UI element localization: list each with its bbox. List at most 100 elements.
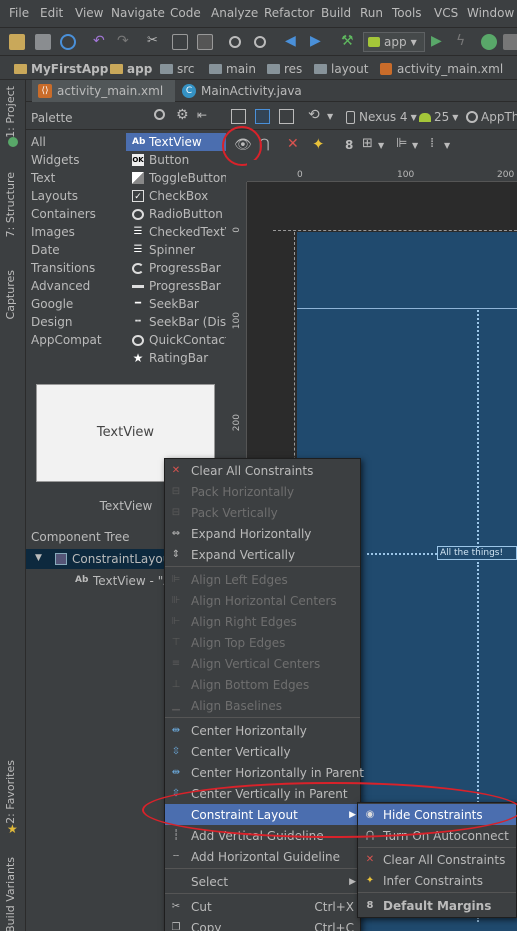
back-icon[interactable]: ◀ bbox=[285, 34, 301, 50]
tab-activity-main[interactable]: ⟨⟩ activity_main.xml bbox=[32, 80, 175, 102]
menu-center-horizontally-in-parent[interactable]: ⇹ Center Horizontally in Parent bbox=[165, 762, 364, 783]
menu-align-horizontal-centers[interactable]: ⊪ Align Horizontal Centers bbox=[165, 590, 360, 611]
category-widgets[interactable]: Widgets bbox=[31, 153, 80, 167]
category-google[interactable]: Google bbox=[31, 297, 73, 311]
menu-navigate[interactable]: Navigate bbox=[111, 6, 165, 20]
category-transitions[interactable]: Transitions bbox=[31, 261, 95, 275]
menu-add-horizontal-guideline[interactable]: ┄ Add Horizontal Guideline bbox=[165, 846, 360, 867]
copy-icon[interactable] bbox=[172, 34, 188, 50]
menu-align-right-edges[interactable]: ⊩ Align Right Edges bbox=[165, 611, 360, 632]
menu-align-baselines[interactable]: ▁ Align Baselines bbox=[165, 695, 360, 716]
widget-togglebutton[interactable]: ToggleButton bbox=[126, 169, 226, 187]
breadcrumb-app[interactable]: app bbox=[110, 60, 152, 77]
menu-align-left-edges[interactable]: ⊫ Align Left Edges bbox=[165, 569, 360, 590]
menu-vcs[interactable]: VCS bbox=[434, 6, 458, 20]
find-icon[interactable] bbox=[229, 36, 241, 48]
menu-tools[interactable]: Tools bbox=[392, 6, 422, 20]
expand-arrow-icon[interactable]: ▼ bbox=[35, 553, 42, 563]
replace-icon[interactable] bbox=[254, 36, 266, 48]
menu-select[interactable]: Select ▶ bbox=[165, 871, 360, 892]
menu-expand-vertically[interactable]: ⇕ Expand Vertically bbox=[165, 544, 360, 565]
textview-widget[interactable]: All the things! bbox=[437, 546, 517, 560]
attach-debugger-icon[interactable] bbox=[503, 34, 517, 50]
menu-run[interactable]: Run bbox=[360, 6, 383, 20]
apply-changes-icon[interactable]: ϟ bbox=[456, 34, 472, 50]
breadcrumb-src[interactable]: src bbox=[160, 60, 195, 77]
menu-view[interactable]: View bbox=[75, 6, 103, 20]
widget-seekbar[interactable]: ━ SeekBar bbox=[126, 295, 226, 313]
category-containers[interactable]: Containers bbox=[31, 207, 96, 221]
device-select[interactable]: Nexus 4 ▼ bbox=[346, 107, 417, 127]
infer-constraints-icon[interactable]: ✦ bbox=[312, 135, 325, 153]
both-view-icon[interactable] bbox=[279, 109, 294, 124]
sync-icon[interactable] bbox=[60, 34, 76, 50]
redo-icon[interactable]: ↷ bbox=[117, 34, 133, 50]
blueprint-view-icon[interactable] bbox=[255, 109, 270, 124]
menu-analyze[interactable]: Analyze bbox=[211, 6, 258, 20]
widget-radiobutton[interactable]: RadioButton bbox=[126, 205, 226, 223]
widget-progressbar-horizontal[interactable]: ProgressBar bbox=[126, 277, 226, 295]
menu-clear-all-constraints[interactable]: ✕ Clear All Constraints bbox=[358, 849, 516, 870]
menu-file[interactable]: File bbox=[9, 6, 29, 20]
widget-textview[interactable]: Ab TextView bbox=[126, 133, 226, 151]
open-folder-icon[interactable] bbox=[9, 34, 25, 50]
gear-icon[interactable]: ⚙ bbox=[176, 107, 189, 123]
search-icon[interactable] bbox=[154, 109, 165, 120]
menu-align-vertical-centers[interactable]: ≡ Align Vertical Centers bbox=[165, 653, 360, 674]
widget-checkbox[interactable]: ✓ CheckBox bbox=[126, 187, 226, 205]
widget-seekbar-discrete[interactable]: ┅ SeekBar (Discrete) bbox=[126, 313, 226, 331]
undo-icon[interactable]: ↶ bbox=[93, 34, 109, 50]
menu-center-vertically[interactable]: ⇳ Center Vertically bbox=[165, 741, 360, 762]
favorites-tool-tab[interactable]: 2: Favorites bbox=[4, 760, 17, 824]
menu-expand-horizontally[interactable]: ⇔ Expand Horizontally bbox=[165, 523, 360, 544]
category-all[interactable]: All bbox=[31, 135, 46, 149]
widget-button[interactable]: OK Button bbox=[126, 151, 226, 169]
menu-copy[interactable]: ❐ Copy Ctrl+C bbox=[165, 917, 360, 931]
menu-align-bottom-edges[interactable]: ⊥ Align Bottom Edges bbox=[165, 674, 360, 695]
menu-clear-all-constraints[interactable]: ✕ Clear All Constraints bbox=[165, 460, 360, 481]
menu-align-top-edges[interactable]: ⊤ Align Top Edges bbox=[165, 632, 360, 653]
menu-edit[interactable]: Edit bbox=[40, 6, 63, 20]
category-text[interactable]: Text bbox=[31, 171, 55, 185]
paste-icon[interactable] bbox=[197, 34, 213, 50]
category-advanced[interactable]: Advanced bbox=[31, 279, 90, 293]
guideline-icon[interactable]: ⁞ bbox=[430, 136, 434, 151]
default-margin-select[interactable]: 8 bbox=[345, 138, 353, 152]
menu-infer-constraints[interactable]: ✦ Infer Constraints bbox=[358, 870, 516, 891]
pack-icon[interactable]: ⊞ bbox=[362, 136, 373, 151]
breadcrumb-project[interactable]: MyFirstApp bbox=[14, 60, 108, 77]
theme-select[interactable]: AppThe bbox=[466, 107, 517, 127]
orientation-icon[interactable]: ⟲ bbox=[308, 107, 320, 123]
make-project-icon[interactable]: ⚒ bbox=[341, 34, 357, 50]
menu-cut[interactable]: ✂ Cut Ctrl+X bbox=[165, 896, 360, 917]
tab-main-activity[interactable]: C MainActivity.java bbox=[176, 80, 326, 102]
hide-panel-icon[interactable]: ⇤ bbox=[197, 108, 207, 122]
debug-icon[interactable] bbox=[481, 34, 497, 50]
captures-tool-tab[interactable]: Captures bbox=[4, 270, 17, 319]
run-config-select[interactable]: app ▼ bbox=[363, 32, 425, 52]
menu-pack-vertically[interactable]: ⊟ Pack Vertically bbox=[165, 502, 360, 523]
widget-progressbar-circular[interactable]: ProgressBar bbox=[126, 259, 226, 277]
category-date[interactable]: Date bbox=[31, 243, 60, 257]
category-appcompat[interactable]: AppCompat bbox=[31, 333, 102, 347]
api-select[interactable]: 25 ▼ bbox=[419, 107, 458, 127]
structure-tool-tab[interactable]: 7: Structure bbox=[4, 172, 17, 237]
menu-refactor[interactable]: Refactor bbox=[264, 6, 314, 20]
cut-icon[interactable]: ✂ bbox=[147, 34, 163, 50]
project-tool-tab[interactable]: 1: Project bbox=[4, 86, 17, 138]
breadcrumb-file[interactable]: activity_main.xml bbox=[380, 60, 503, 77]
widget-quickcontactbadge[interactable]: QuickContactBadge bbox=[126, 331, 226, 349]
category-layouts[interactable]: Layouts bbox=[31, 189, 78, 203]
align-icon[interactable]: ⊫ bbox=[396, 136, 407, 151]
menu-default-margins[interactable]: 8 Default Margins bbox=[358, 895, 516, 916]
widget-ratingbar[interactable]: ★ RatingBar bbox=[126, 349, 226, 367]
widget-spinner[interactable]: ☰ Spinner bbox=[126, 241, 226, 259]
save-icon[interactable] bbox=[35, 34, 51, 50]
design-view-icon[interactable] bbox=[231, 109, 246, 124]
clear-constraints-icon[interactable]: ✕ bbox=[287, 136, 299, 152]
menu-center-horizontally[interactable]: ⇹ Center Horizontally bbox=[165, 720, 360, 741]
menu-code[interactable]: Code bbox=[170, 6, 201, 20]
widget-checkedtextview[interactable]: ☰ CheckedTextView bbox=[126, 223, 226, 241]
run-icon[interactable]: ▶ bbox=[431, 34, 447, 50]
menu-pack-horizontally[interactable]: ⊟ Pack Horizontally bbox=[165, 481, 360, 502]
